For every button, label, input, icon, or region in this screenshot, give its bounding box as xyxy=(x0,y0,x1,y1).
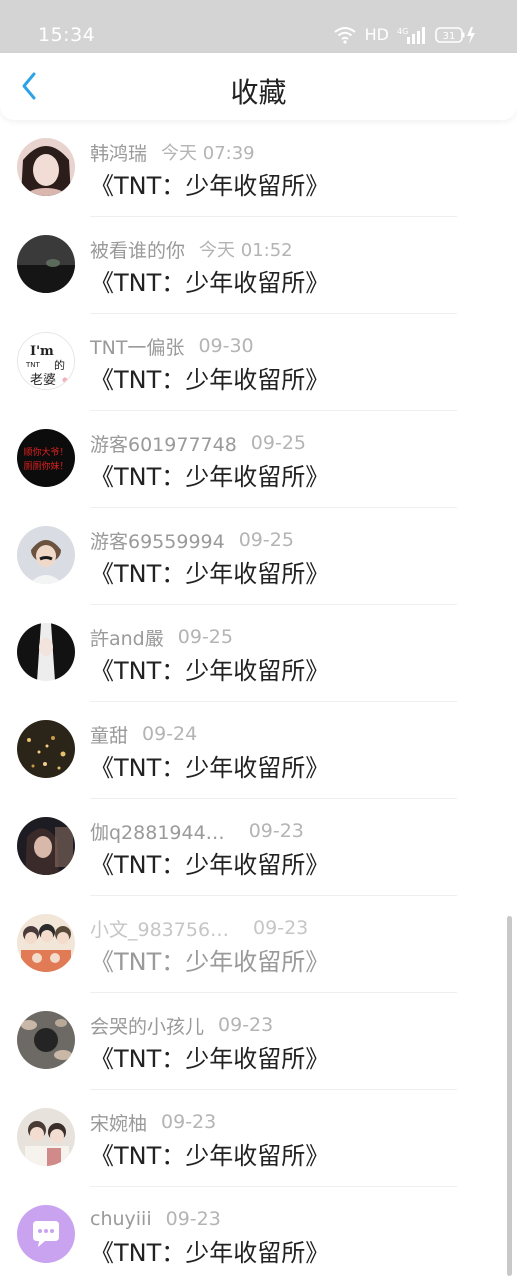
user-name: 宋婉柚 xyxy=(90,1112,148,1135)
item-title: 《TNT：少年收留所》 xyxy=(90,560,330,588)
svg-text:厕厕你妹！: 厕厕你妹！ xyxy=(23,460,68,472)
item-meta: 許and嚴 09-25 xyxy=(90,625,457,650)
battery-level: 31 xyxy=(443,31,456,42)
item-title: 《TNT：少年收留所》 xyxy=(90,172,330,200)
avatar xyxy=(17,1205,75,1263)
list-item[interactable]: chuyiii 09-23 《TNT：少年收留所》 xyxy=(0,1187,517,1280)
nav-bar: 收藏 xyxy=(0,53,517,120)
user-name: 童甜 xyxy=(90,724,129,747)
wifi-icon xyxy=(333,26,357,44)
item-time: 今天 01:52 xyxy=(199,240,293,261)
avatar xyxy=(17,623,75,681)
avatar xyxy=(17,817,75,875)
list-item[interactable]: 童甜 09-24 《TNT：少年收留所》 xyxy=(0,702,517,799)
avatar xyxy=(17,1011,75,1069)
status-bar: 15:34 HD 4G 31 xyxy=(0,0,517,53)
item-title: 《TNT：少年收留所》 xyxy=(90,948,330,976)
item-meta: 伽q2881944… 09-23 xyxy=(90,819,457,844)
item-time: 09-25 xyxy=(177,626,233,648)
item-meta: 会哭的小孩儿 09-23 xyxy=(90,1013,457,1038)
avatar xyxy=(17,138,75,196)
user-name: 伽q2881944… xyxy=(90,821,225,844)
item-title: 《TNT：少年收留所》 xyxy=(90,1045,330,1073)
avatar xyxy=(17,235,75,293)
svg-text:的: 的 xyxy=(54,358,65,372)
item-title: 《TNT：少年收留所》 xyxy=(90,1142,330,1170)
item-time: 09-23 xyxy=(218,1014,274,1036)
item-meta: 被看谁的你 今天 01:52 xyxy=(90,237,457,262)
list-item[interactable]: 小文_983756… 09-23 《TNT：少年收留所》 xyxy=(0,896,517,993)
item-time: 09-23 xyxy=(161,1111,217,1133)
item-meta: 小文_983756… 09-23 xyxy=(90,916,457,941)
list-item[interactable]: 会哭的小孩儿 09-23 《TNT：少年收留所》 xyxy=(0,993,517,1090)
list-item[interactable]: I'm TNT 的 老婆 TNT一偏张 09-30 《TNT：少年收留所》 xyxy=(0,314,517,411)
list-item[interactable]: 游客69559994 09-25 《TNT：少年收留所》 xyxy=(0,508,517,605)
user-name: 游客69559994 xyxy=(90,530,225,553)
avatar xyxy=(17,720,75,778)
item-meta: 宋婉柚 09-23 xyxy=(90,1110,457,1135)
svg-text:顺你大爷！: 顺你大爷！ xyxy=(23,446,68,458)
user-name: 被看谁的你 xyxy=(90,239,186,262)
item-meta: 游客601977748 09-25 xyxy=(90,431,457,456)
item-time: 今天 07:39 xyxy=(161,143,255,164)
item-title: 《TNT：少年收留所》 xyxy=(90,269,330,297)
user-name: 小文_983756… xyxy=(90,918,230,941)
favorites-list: 韩鸿瑞 今天 07:39 《TNT：少年收留所》 被看谁的你 今天 01:52 … xyxy=(0,120,517,1280)
item-time: 09-24 xyxy=(142,723,198,745)
network-label: HD xyxy=(364,25,389,44)
svg-text:老婆: 老婆 xyxy=(30,373,56,388)
list-item[interactable]: 顺你大爷！ 厕厕你妹！ 游客601977748 09-25 《TNT：少年收留所… xyxy=(0,411,517,508)
item-title: 《TNT：少年收留所》 xyxy=(90,366,330,394)
list-item[interactable]: 韩鸿瑞 今天 07:39 《TNT：少年收留所》 xyxy=(0,120,517,217)
avatar: 顺你大爷！ 厕厕你妹！ xyxy=(17,429,75,487)
item-title: 《TNT：少年收留所》 xyxy=(90,851,330,879)
item-time: 09-25 xyxy=(250,432,307,454)
item-time: 09-23 xyxy=(253,917,309,939)
status-icons: HD 4G 31 xyxy=(333,24,477,46)
item-time: 09-25 xyxy=(238,529,294,551)
list-item[interactable]: 許and嚴 09-25 《TNT：少年收留所》 xyxy=(0,605,517,702)
item-time: 09-30 xyxy=(198,335,254,357)
item-title: 《TNT：少年收留所》 xyxy=(90,754,330,782)
item-meta: 游客69559994 09-25 xyxy=(90,528,457,553)
battery-icon: 31 xyxy=(435,25,477,45)
item-time: 09-23 xyxy=(248,820,304,842)
user-name: 会哭的小孩儿 xyxy=(90,1015,205,1038)
item-title: 《TNT：少年收留所》 xyxy=(90,463,330,491)
item-meta: 童甜 09-24 xyxy=(90,722,457,747)
item-meta: 韩鸿瑞 今天 07:39 xyxy=(90,140,457,165)
list-item[interactable]: 被看谁的你 今天 01:52 《TNT：少年收留所》 xyxy=(0,217,517,314)
user-name: 游客601977748 xyxy=(90,433,237,456)
item-meta: TNT一偏张 09-30 xyxy=(90,334,457,359)
item-time: 09-23 xyxy=(165,1208,221,1230)
item-title: 《TNT：少年收留所》 xyxy=(90,657,330,685)
user-name: TNT一偏张 xyxy=(90,336,185,359)
avatar xyxy=(17,526,75,584)
list-item[interactable]: 宋婉柚 09-23 《TNT：少年收留所》 xyxy=(0,1090,517,1187)
avatar xyxy=(17,1108,75,1166)
item-meta: chuyiii 09-23 xyxy=(90,1207,457,1231)
svg-text:TNT: TNT xyxy=(25,361,41,369)
item-title: 《TNT：少年收留所》 xyxy=(90,1239,330,1267)
svg-text:I'm: I'm xyxy=(30,344,54,359)
avatar: I'm TNT 的 老婆 xyxy=(17,332,75,390)
signal-label: 4G xyxy=(397,27,408,36)
list-item[interactable]: 伽q2881944… 09-23 《TNT：少年收留所》 xyxy=(0,799,517,896)
user-name: 許and嚴 xyxy=(90,627,164,650)
signal-icon: 4G xyxy=(397,25,427,45)
scrollbar[interactable] xyxy=(507,916,512,1276)
status-time: 15:34 xyxy=(38,24,96,46)
user-name: 韩鸿瑞 xyxy=(90,142,148,165)
page-title: 收藏 xyxy=(230,76,287,109)
user-name: chuyiii xyxy=(90,1208,152,1230)
avatar xyxy=(17,914,75,972)
